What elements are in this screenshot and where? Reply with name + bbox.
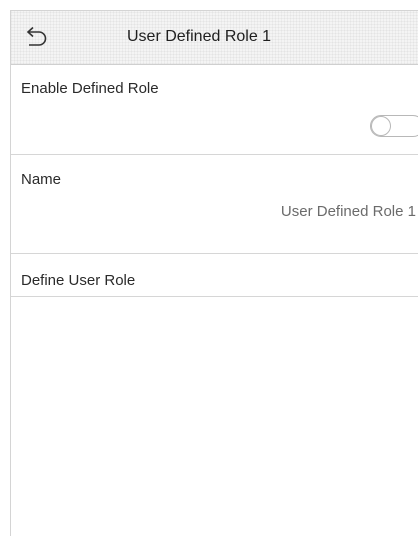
title-bar: User Defined Role 1 xyxy=(11,11,418,65)
name-row[interactable]: Name User Defined Role 1 xyxy=(11,155,418,254)
name-label: Name xyxy=(21,171,62,188)
enable-defined-role-label: Enable Defined Role xyxy=(21,80,159,97)
settings-screen: User Defined Role 1 Enable Defined Role … xyxy=(10,10,418,536)
name-value: User Defined Role 1 xyxy=(280,203,416,220)
back-button[interactable] xyxy=(23,24,53,50)
enable-defined-role-toggle[interactable] xyxy=(370,115,418,137)
define-user-role-row[interactable]: Define User Role xyxy=(11,254,418,297)
define-user-role-label: Define User Role xyxy=(21,272,136,289)
enable-defined-role-row[interactable]: Enable Defined Role xyxy=(11,65,418,155)
toggle-knob xyxy=(371,116,391,136)
page-title: User Defined Role 1 xyxy=(127,28,272,45)
back-arrow-icon xyxy=(23,24,53,50)
